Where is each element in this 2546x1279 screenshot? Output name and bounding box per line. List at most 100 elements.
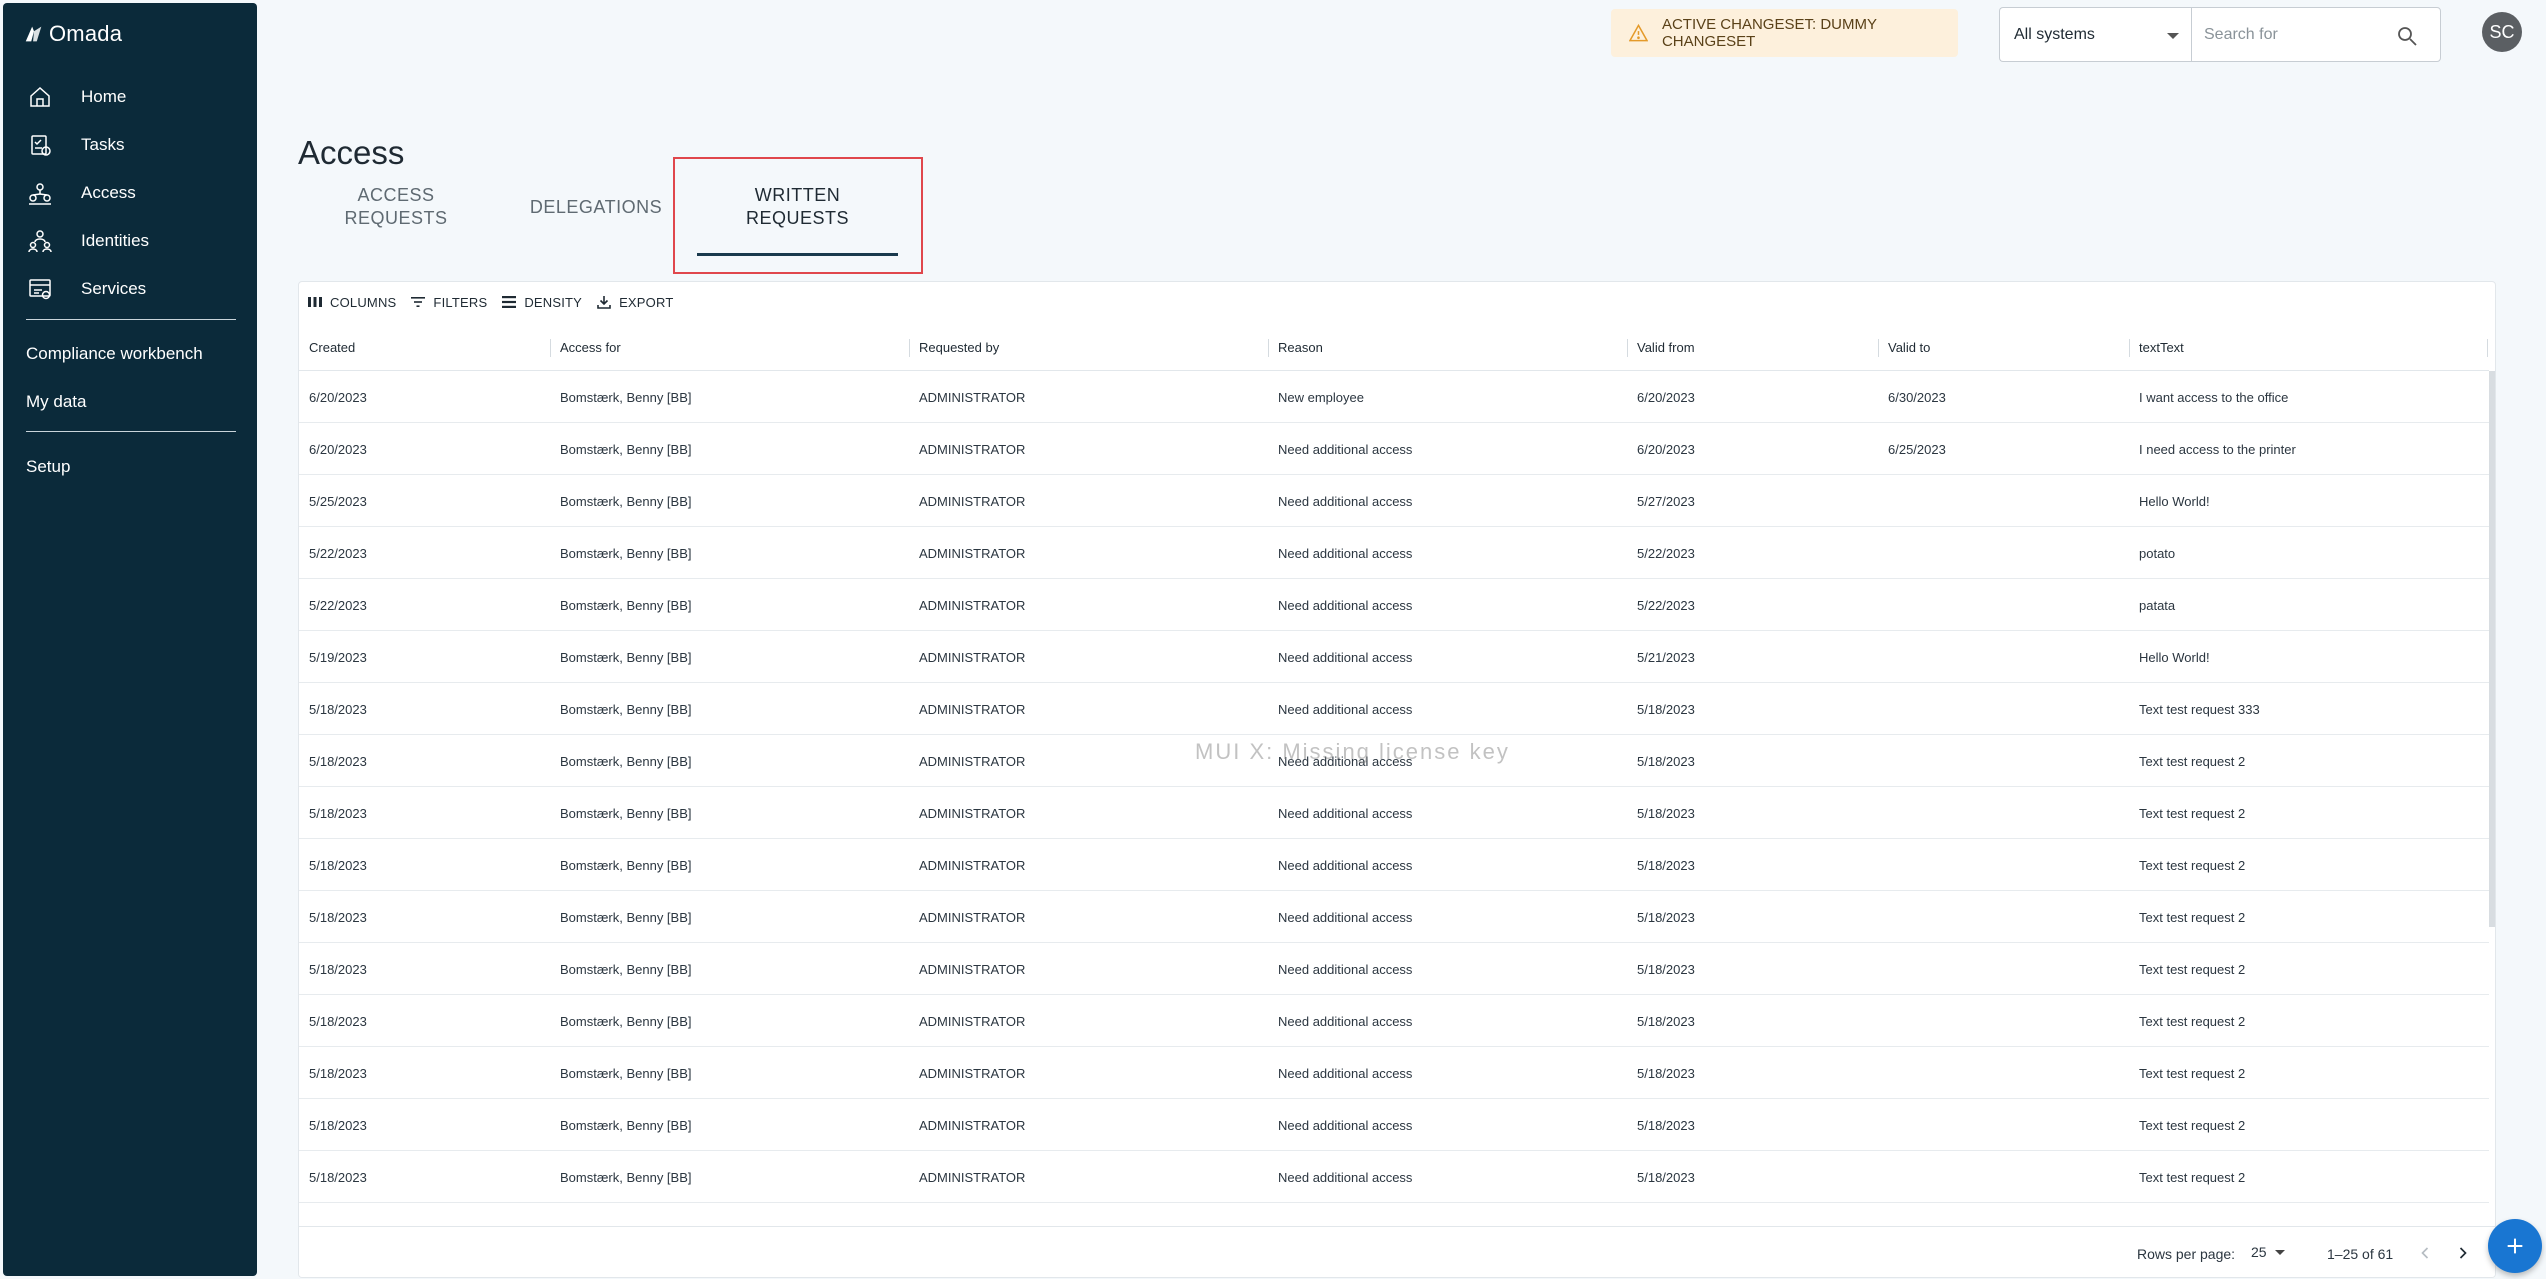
table-row[interactable]: 5/22/2023 Bomstærk, Benny [BB] ADMINISTRAT… bbox=[299, 527, 2489, 579]
sidebar-item-label: Tasks bbox=[81, 135, 125, 154]
cell-reason: Need additional access bbox=[1278, 961, 1413, 977]
sidebar-item-tasks[interactable]: Tasks bbox=[3, 121, 257, 169]
search-input[interactable] bbox=[2204, 22, 2384, 48]
cell-requested-by: ADMINISTRATOR bbox=[919, 909, 1026, 925]
density-button[interactable]: DENSITY bbox=[501, 294, 582, 310]
columns-label: COLUMNS bbox=[330, 294, 397, 310]
cell-access-for: Bomstærk, Benny [BB] bbox=[560, 1065, 692, 1081]
cell-reason: Need additional access bbox=[1278, 909, 1413, 925]
cell-reason: Need additional access bbox=[1278, 805, 1413, 821]
cell-texttext: Text test request 2 bbox=[2139, 753, 2246, 769]
column-header-requested-by[interactable]: Requested by bbox=[909, 324, 1268, 371]
cell-reason: Need additional access bbox=[1278, 1065, 1413, 1081]
table-row[interactable]: 5/18/2023 Bomstærk, Benny [BB] ADMINISTRAT… bbox=[299, 839, 2489, 891]
filter-icon bbox=[411, 297, 426, 307]
cell-texttext: I want access to the office bbox=[2139, 389, 2289, 405]
table-row[interactable]: 5/18/2023 Bomstærk, Benny [BB] ADMINISTRAT… bbox=[299, 891, 2489, 943]
table-row[interactable]: 5/18/2023 Bomstærk, Benny [BB] ADMINISTRAT… bbox=[299, 735, 2489, 787]
system-select-value: All systems bbox=[2014, 25, 2095, 43]
cell-valid-to bbox=[1878, 839, 2129, 891]
sidebar-divider bbox=[26, 431, 236, 432]
table-row[interactable]: 5/18/2023 Bomstærk, Benny [BB] ADMINISTRAT… bbox=[299, 943, 2489, 995]
search-icon[interactable] bbox=[2396, 25, 2418, 47]
tab-delegations[interactable]: DELEGATIONS bbox=[526, 157, 666, 257]
omada-logo[interactable]: Omada bbox=[23, 21, 122, 47]
table-row[interactable]: 5/18/2023 Bomstærk, Benny [BB] ADMINISTRAT… bbox=[299, 1047, 2489, 1099]
system-select[interactable]: All systems bbox=[1999, 7, 2191, 62]
column-header-valid-to[interactable]: Valid to bbox=[1878, 324, 2129, 371]
column-header-valid-from[interactable]: Valid from bbox=[1627, 324, 1878, 371]
previous-page-button[interactable] bbox=[2413, 1241, 2437, 1265]
cell-valid-to bbox=[1878, 527, 2129, 579]
cell-valid-from: 5/27/2023 bbox=[1637, 493, 1695, 509]
cell-reason: Need additional access bbox=[1278, 701, 1413, 717]
cell-created: 5/18/2023 bbox=[309, 1065, 367, 1081]
sidebar-item-my-data[interactable]: My data bbox=[26, 392, 86, 412]
sidebar-item-label: Access bbox=[81, 183, 136, 202]
next-page-button[interactable] bbox=[2451, 1241, 2475, 1265]
tab-access-requests[interactable]: ACCESS REQUESTS bbox=[330, 157, 462, 257]
cell-valid-to bbox=[1878, 631, 2129, 683]
table-row[interactable]: 5/18/2023 Bomstærk, Benny [BB] ADMINISTRAT… bbox=[299, 787, 2489, 839]
columns-button[interactable]: COLUMNS bbox=[307, 294, 396, 310]
table-row[interactable]: 6/20/2023 Bomstærk, Benny [BB] ADMINISTRAT… bbox=[299, 371, 2489, 423]
cell-requested-by: ADMINISTRATOR bbox=[919, 961, 1026, 977]
avatar[interactable]: SC bbox=[2482, 12, 2522, 52]
tab-highlight-box bbox=[673, 157, 923, 274]
sidebar-divider bbox=[26, 319, 236, 320]
table-row[interactable]: 5/22/2023 Bomstærk, Benny [BB] ADMINISTRAT… bbox=[299, 579, 2489, 631]
logo-text: Omada bbox=[49, 21, 123, 46]
grid-footer: Rows per page: 25 1–25 of 61 bbox=[299, 1226, 2495, 1277]
sidebar-item-access[interactable]: Access bbox=[3, 169, 257, 217]
active-changeset-banner[interactable]: ACTIVE CHANGESET: DUMMY CHANGESET bbox=[1611, 9, 1958, 57]
cell-valid-to bbox=[1878, 1099, 2129, 1151]
filters-label: FILTERS bbox=[433, 294, 488, 310]
filters-button[interactable]: FILTERS bbox=[410, 294, 487, 310]
cell-created: 6/20/2023 bbox=[309, 389, 367, 405]
cell-created: 5/18/2023 bbox=[309, 753, 367, 769]
cell-access-for: Bomstærk, Benny [BB] bbox=[560, 1169, 692, 1185]
column-header-access-for[interactable]: Access for bbox=[550, 324, 909, 371]
cell-valid-to: 6/25/2023 bbox=[1888, 441, 1946, 457]
sidebar-item-compliance-workbench[interactable]: Compliance workbench bbox=[26, 344, 203, 364]
search-box bbox=[2191, 7, 2441, 62]
column-separator[interactable] bbox=[2487, 339, 2488, 357]
cell-valid-from: 5/18/2023 bbox=[1637, 1169, 1695, 1185]
cell-requested-by: ADMINISTRATOR bbox=[919, 545, 1026, 561]
sidebar-item-home[interactable]: Home bbox=[3, 73, 257, 121]
export-button[interactable]: EXPORT bbox=[596, 294, 673, 310]
cell-reason: New employee bbox=[1278, 389, 1364, 405]
cell-created: 5/18/2023 bbox=[309, 857, 367, 873]
table-row[interactable]: 5/18/2023 Bomstærk, Benny [BB] ADMINISTRAT… bbox=[299, 683, 2489, 735]
cell-access-for: Bomstærk, Benny [BB] bbox=[560, 961, 692, 977]
cell-valid-from: 5/22/2023 bbox=[1637, 545, 1695, 561]
table-row[interactable]: 5/18/2023 Bomstærk, Benny [BB] ADMINISTRAT… bbox=[299, 995, 2489, 1047]
written-requests-grid: COLUMNS FILTERS DENSITY EXPORT Created A… bbox=[298, 281, 2496, 1278]
add-button[interactable] bbox=[2488, 1219, 2542, 1273]
cell-valid-from: 5/18/2023 bbox=[1637, 753, 1695, 769]
column-header-created[interactable]: Created bbox=[299, 324, 550, 371]
table-row[interactable]: 5/25/2023 Bomstærk, Benny [BB] ADMINISTRAT… bbox=[299, 475, 2489, 527]
table-row[interactable]: 6/20/2023 Bomstærk, Benny [BB] ADMINISTRAT… bbox=[299, 423, 2489, 475]
cell-requested-by: ADMINISTRATOR bbox=[919, 597, 1026, 613]
column-header-texttext[interactable]: textText bbox=[2129, 324, 2489, 371]
cell-access-for: Bomstærk, Benny [BB] bbox=[560, 597, 692, 613]
cell-requested-by: ADMINISTRATOR bbox=[919, 1169, 1026, 1185]
cell-access-for: Bomstærk, Benny [BB] bbox=[560, 753, 692, 769]
sidebar-item-services[interactable]: Services bbox=[3, 265, 257, 313]
cell-valid-from: 5/18/2023 bbox=[1637, 1117, 1695, 1133]
cell-texttext: Text test request 2 bbox=[2139, 1013, 2246, 1029]
column-header-reason[interactable]: Reason bbox=[1268, 324, 1627, 371]
rows-per-page-select[interactable]: 25 bbox=[2251, 1244, 2285, 1260]
table-row[interactable]: 5/18/2023 Bomstærk, Benny [BB] ADMINISTRAT… bbox=[299, 1099, 2489, 1151]
cell-reason: Need additional access bbox=[1278, 1169, 1413, 1185]
table-row[interactable]: 5/18/2023 Bomstærk, Benny [BB] ADMINISTRAT… bbox=[299, 1151, 2489, 1203]
cell-valid-from: 5/18/2023 bbox=[1637, 857, 1695, 873]
vertical-scrollbar[interactable] bbox=[2489, 371, 2495, 927]
sidebar-item-setup[interactable]: Setup bbox=[26, 457, 70, 477]
sidebar-item-identities[interactable]: Identities bbox=[3, 217, 257, 265]
tasks-icon bbox=[27, 132, 53, 158]
cell-access-for: Bomstærk, Benny [BB] bbox=[560, 1013, 692, 1029]
table-row[interactable]: 5/19/2023 Bomstærk, Benny [BB] ADMINISTRAT… bbox=[299, 631, 2489, 683]
access-icon bbox=[27, 180, 53, 206]
